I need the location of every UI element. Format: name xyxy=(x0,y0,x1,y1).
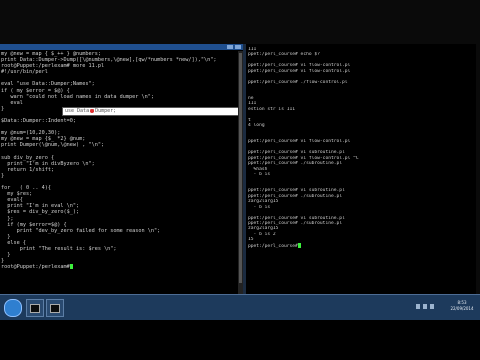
autocomplete-popup[interactable]: use Data::Dumper; xyxy=(62,107,243,116)
maximize-icon[interactable] xyxy=(227,45,233,49)
left-terminal-window[interactable]: my @new = map { $_++ } @numbers; print Da… xyxy=(0,44,243,294)
taskbar: 8:53 22/09/2014 xyxy=(0,294,480,320)
left-scrollbar-thumb[interactable] xyxy=(239,53,242,283)
right-terminal-output: 111 ppet:/perl_course# echo $? ppet:/perl_… xyxy=(248,47,470,248)
terminal-icon xyxy=(50,304,60,313)
desktop: my @new = map { $_++ } @numbers; print Da… xyxy=(0,0,480,360)
close-icon[interactable] xyxy=(235,45,241,49)
taskbar-terminal-button-1[interactable] xyxy=(26,299,44,317)
terminal-line: root@Puppet:/perlexam# xyxy=(1,264,237,270)
clock[interactable]: 8:53 22/09/2014 xyxy=(450,300,474,312)
windows-start-icon[interactable] xyxy=(4,299,22,317)
letterbox-bottom xyxy=(0,320,480,360)
left-terminal-output: my @new = map { $_++ } @numbers; print Da… xyxy=(1,51,237,270)
right-terminal-window[interactable]: 111 ppet:/perl_course# echo $? ppet:/perl_… xyxy=(246,44,476,294)
flag-icon[interactable] xyxy=(430,304,434,309)
terminal-cursor xyxy=(69,264,73,270)
network-icon[interactable] xyxy=(416,304,420,309)
system-tray: 8:53 22/09/2014 xyxy=(414,299,474,316)
text-caret-icon xyxy=(90,109,94,113)
taskbar-terminal-button-2[interactable] xyxy=(46,299,64,317)
terminal-cursor xyxy=(297,242,301,248)
terminal-line: ppet:/perl_course# xyxy=(248,242,470,248)
volume-icon[interactable] xyxy=(423,304,427,309)
left-terminal-titlebar[interactable] xyxy=(0,44,243,50)
clock-date: 22/09/2014 xyxy=(450,306,474,311)
terminal-icon xyxy=(30,304,40,313)
